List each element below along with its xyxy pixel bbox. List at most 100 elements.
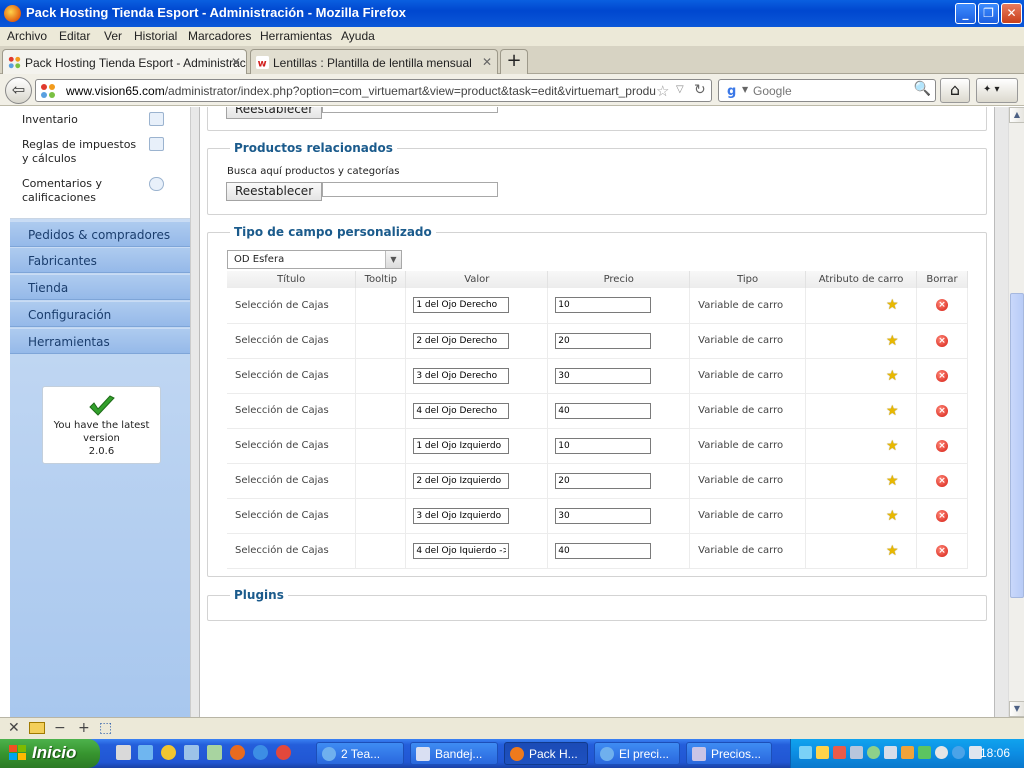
value-input[interactable] — [413, 472, 510, 489]
close-addon-bar-icon[interactable]: ✕ — [8, 720, 20, 736]
value-input[interactable] — [413, 297, 510, 314]
sidebar-item-reglas[interactable]: Reglas de impuestos y cálculos — [22, 138, 142, 166]
tray-icon[interactable] — [799, 746, 812, 759]
start-button[interactable]: Inicio — [0, 739, 100, 768]
bookmark-star-icon[interactable]: ☆ — [656, 82, 669, 100]
menu-ayuda[interactable]: Ayuda — [341, 29, 375, 43]
pointer-icon[interactable]: ⬚ — [99, 720, 112, 736]
taskbar-item[interactable]: Precios... — [686, 742, 772, 765]
tray-icon[interactable] — [918, 746, 931, 759]
star-icon[interactable]: ★ — [886, 473, 899, 489]
sidebar-section-configuracion[interactable]: Configuración — [10, 301, 190, 327]
reload-icon[interactable]: ↻ — [694, 82, 706, 98]
tray-icon[interactable] — [901, 746, 914, 759]
tray-icon[interactable] — [816, 746, 829, 759]
quicklaunch-icon[interactable] — [207, 745, 222, 760]
taskbar-item-active[interactable]: Pack H... — [504, 742, 588, 765]
close-window-button[interactable]: ✕ — [1001, 3, 1022, 24]
back-button[interactable]: ⇦ — [5, 77, 32, 104]
menu-archivo[interactable]: Archivo — [7, 29, 47, 43]
delete-icon[interactable]: × — [936, 544, 948, 557]
tab-lentillas[interactable]: w Lentillas : Plantilla de lentilla mens… — [250, 49, 498, 74]
value-input[interactable] — [413, 402, 510, 419]
url-bar[interactable]: www.vision65.com/administrator/index.php… — [35, 79, 712, 102]
close-tab-icon[interactable]: ✕ — [482, 55, 492, 69]
tray-icon[interactable] — [935, 746, 948, 759]
star-icon[interactable]: ★ — [886, 403, 899, 419]
ruler-icon[interactable] — [29, 722, 45, 734]
zoom-in-icon[interactable]: + — [78, 720, 90, 736]
new-tab-button[interactable]: + — [500, 49, 528, 74]
search-field-top[interactable] — [322, 107, 498, 113]
tab-pack-hosting[interactable]: Pack Hosting Tienda Esport - Administrac… — [2, 49, 247, 74]
sidebar-item-comentarios[interactable]: Comentarios y calificaciones — [22, 177, 122, 205]
star-icon[interactable]: ★ — [886, 297, 899, 313]
network-icon[interactable] — [952, 746, 965, 759]
sidebar-item-inventario[interactable]: Inventario — [22, 113, 142, 127]
delete-icon[interactable]: × — [936, 404, 948, 417]
minimize-button[interactable]: _ — [955, 3, 976, 24]
value-input[interactable] — [413, 507, 510, 524]
price-input[interactable] — [555, 367, 652, 384]
delete-icon[interactable]: × — [936, 334, 948, 347]
scrollbar-thumb[interactable] — [1010, 293, 1024, 598]
search-icon[interactable]: 🔍 — [914, 81, 931, 97]
taskbar-item[interactable]: Bandej... — [410, 742, 498, 765]
home-button[interactable]: ⌂ — [940, 78, 970, 103]
quicklaunch-icon[interactable] — [138, 745, 153, 760]
scroll-up-icon[interactable]: ▲ — [1009, 107, 1024, 123]
tray-icon[interactable] — [833, 746, 846, 759]
sidebar-section-fabricantes[interactable]: Fabricantes — [10, 247, 190, 273]
related-products-search-field[interactable] — [322, 182, 498, 197]
firefox-quicklaunch-icon[interactable] — [230, 745, 245, 760]
reset-button-top[interactable]: Reestablecer — [226, 107, 323, 119]
addon-button[interactable]: ✦ ▾ — [976, 78, 1018, 103]
zoom-out-icon[interactable]: − — [54, 720, 66, 736]
scroll-down-icon[interactable]: ▼ — [1009, 701, 1024, 717]
delete-icon[interactable]: × — [936, 439, 948, 452]
reset-button[interactable]: Reestablecer — [226, 182, 323, 201]
media-player-icon[interactable] — [161, 745, 176, 760]
price-input[interactable] — [555, 472, 652, 489]
vertical-scrollbar[interactable]: ▲ ▼ — [1008, 107, 1024, 717]
tray-icon[interactable] — [884, 746, 897, 759]
delete-icon[interactable]: × — [936, 474, 948, 487]
star-icon[interactable]: ★ — [886, 543, 899, 559]
price-input[interactable] — [555, 402, 652, 419]
maximize-button[interactable]: ❐ — [978, 3, 999, 24]
tray-icon[interactable] — [867, 746, 880, 759]
sidebar-section-tienda[interactable]: Tienda — [10, 274, 190, 300]
search-bar[interactable]: g ▼ 🔍 — [718, 79, 936, 102]
price-input[interactable] — [555, 297, 652, 314]
price-input[interactable] — [555, 332, 652, 349]
delete-icon[interactable]: × — [936, 299, 948, 312]
sidebar-section-herramientas[interactable]: Herramientas — [10, 328, 190, 354]
tray-icon[interactable] — [850, 746, 863, 759]
taskbar-item[interactable]: El preci... — [594, 742, 680, 765]
sidebar-section-pedidos[interactable]: Pedidos & compradores — [10, 221, 190, 247]
chevron-down-icon[interactable]: ▼ — [385, 251, 401, 268]
custom-field-type-select[interactable]: OD Esfera ▼ — [227, 250, 402, 269]
url-dropdown-icon[interactable]: ▽ — [676, 84, 684, 95]
quicklaunch-icon[interactable] — [184, 745, 199, 760]
price-input[interactable] — [555, 437, 652, 454]
star-icon[interactable]: ★ — [886, 438, 899, 454]
taskbar-item[interactable]: 2 Tea... — [316, 742, 404, 765]
menu-historial[interactable]: Historial — [134, 29, 177, 43]
search-engine-dropdown-icon[interactable]: ▼ — [742, 85, 748, 94]
delete-icon[interactable]: × — [936, 369, 948, 382]
value-input[interactable] — [413, 332, 510, 349]
star-icon[interactable]: ★ — [886, 508, 899, 524]
close-tab-icon[interactable]: ✕ — [231, 55, 241, 69]
chrome-quicklaunch-icon[interactable] — [276, 745, 291, 760]
menu-herramientas[interactable]: Herramientas — [260, 29, 332, 43]
value-input[interactable] — [413, 542, 510, 559]
star-icon[interactable]: ★ — [886, 333, 899, 349]
value-input[interactable] — [413, 367, 510, 384]
price-input[interactable] — [555, 507, 652, 524]
url-text[interactable]: www.vision65.com/administrator/index.php… — [66, 84, 656, 98]
value-input[interactable] — [413, 437, 510, 454]
menu-editar[interactable]: Editar — [59, 29, 90, 43]
show-desktop-icon[interactable] — [116, 745, 131, 760]
delete-icon[interactable]: × — [936, 509, 948, 522]
